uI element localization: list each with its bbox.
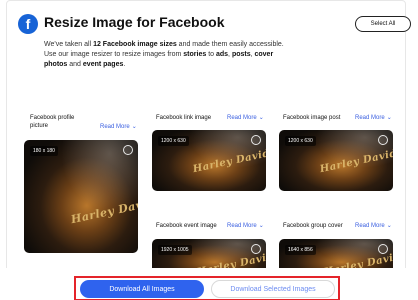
size-badge: 1200 x 630 (158, 136, 189, 146)
select-checkbox-icon[interactable] (251, 244, 261, 254)
tile-label-link-image: Facebook link image (156, 115, 212, 121)
read-more-link-profile-picture[interactable]: Read More ⌄ (100, 123, 137, 130)
tile-label-event-image: Facebook event image (156, 223, 217, 229)
image-tile-image-post[interactable]: Harley Davidson 1200 x 630 (279, 130, 393, 191)
description-bold: posts (231, 51, 251, 58)
read-more-link-event-image[interactable]: Read More ⌄ (227, 222, 264, 229)
size-badge: 1920 x 1005 (158, 245, 192, 255)
description: We've taken all 12 Facebook image sizes … (44, 40, 284, 70)
read-more-label: Read More (227, 223, 257, 229)
select-checkbox-icon[interactable] (123, 145, 133, 155)
read-more-link-link-image[interactable]: Read More ⌄ (227, 114, 264, 121)
image-tile-profile-picture[interactable]: Harley Davidson 180 x 180 (24, 140, 138, 253)
chevron-down-icon: ⌄ (258, 223, 264, 229)
tile-label-group-cover: Facebook group cover (283, 223, 343, 229)
thumbnail-highlight (24, 140, 138, 253)
description-text: and (67, 61, 83, 68)
description-bold: stories (183, 51, 207, 58)
size-badge: 1200 x 630 (285, 136, 316, 146)
chevron-down-icon: ⌄ (258, 115, 264, 121)
tile-label-image-post: Facebook image post (283, 115, 341, 121)
page-title: Resize Image for Facebook (44, 14, 225, 30)
description-bold: event pages (82, 61, 124, 68)
chevron-down-icon: ⌄ (386, 223, 392, 229)
description-text: . (123, 61, 126, 68)
download-all-button[interactable]: Download All Images (80, 280, 204, 298)
facebook-icon-glyph: f (25, 16, 31, 32)
description-bold: ads (215, 51, 229, 58)
description-text: to (206, 51, 216, 58)
select-all-button[interactable]: Select All (355, 16, 411, 32)
read-more-link-group-cover[interactable]: Read More ⌄ (355, 222, 392, 229)
read-more-label: Read More (100, 124, 130, 130)
select-checkbox-icon[interactable] (378, 244, 388, 254)
size-badge: 1640 x 856 (285, 245, 316, 255)
facebook-icon: f (18, 14, 38, 34)
download-selected-button[interactable]: Download Selected Images (211, 280, 335, 298)
chevron-down-icon: ⌄ (386, 115, 392, 121)
description-bold: 12 Facebook image sizes (93, 41, 177, 48)
tile-label-profile-picture: Facebook profile picture (30, 115, 75, 129)
read-more-label: Read More (355, 115, 385, 121)
size-badge: 180 x 180 (30, 146, 58, 156)
select-checkbox-icon[interactable] (378, 135, 388, 145)
read-more-label: Read More (355, 223, 385, 229)
image-tile-link-image[interactable]: Harley Davidson 1200 x 630 (152, 130, 266, 191)
read-more-label: Read More (227, 115, 257, 121)
description-text: We've taken all (44, 41, 94, 48)
read-more-link-image-post[interactable]: Read More ⌄ (355, 114, 392, 121)
select-checkbox-icon[interactable] (251, 135, 261, 145)
chevron-down-icon: ⌄ (131, 124, 137, 130)
